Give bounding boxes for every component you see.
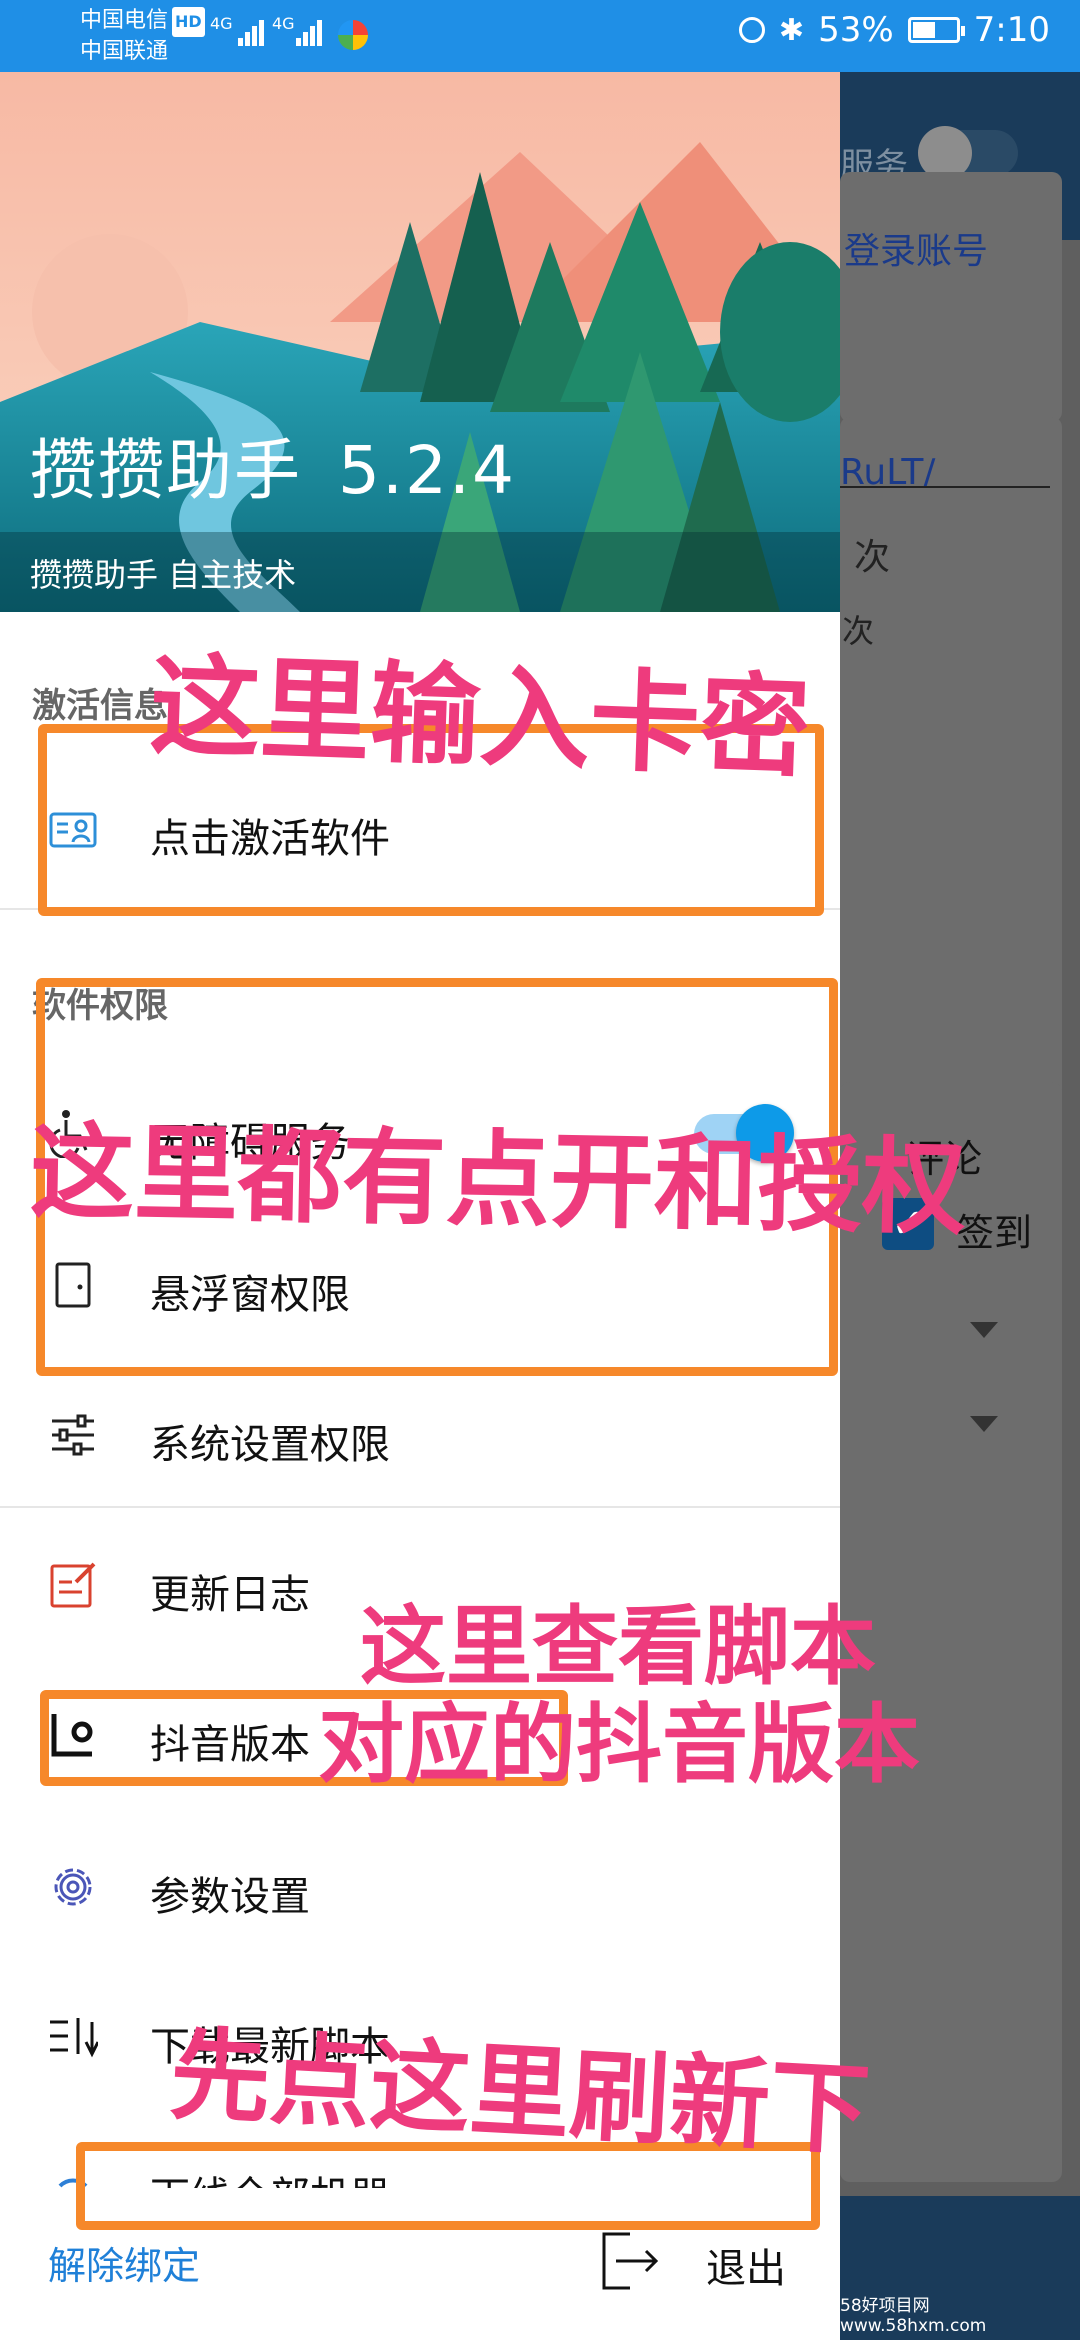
status-bar: 中国电信 HD 中国联通 4G 4G ✱ 53% 7:10 (0, 0, 1080, 72)
changelog-label: 更新日志 (150, 1572, 310, 1618)
dropdown-caret-icon[interactable] (970, 1416, 998, 1432)
input-underline (840, 486, 1050, 488)
count-label-2: 次 (842, 612, 875, 650)
clock: 7:10 (973, 10, 1050, 50)
app-subtitle: 攒攒助手 自主技术 (30, 556, 297, 594)
carrier-2: 中国联通 (80, 39, 169, 64)
system-settings-item[interactable]: 系统设置权限 (0, 1374, 840, 1494)
unbind-link[interactable]: 解除绑定 (48, 2235, 200, 2290)
edit-note-icon (50, 1562, 96, 1608)
sort-download-icon (50, 2018, 98, 2058)
section-activation-title: 激活信息 (32, 686, 168, 726)
annotation-version-1: 这里查看脚本 (360, 1597, 876, 1697)
network-type-2: 4G (272, 14, 295, 33)
bluetooth-icon: ✱ (778, 12, 805, 48)
carrier-info: 中国电信 HD 中国联通 (80, 6, 205, 67)
app-name: 攒攒助手 (30, 432, 302, 509)
count-label: 次 (854, 537, 891, 578)
divider (0, 1506, 840, 1508)
dropdown-caret-icon[interactable] (970, 1322, 998, 1338)
sliders-icon (52, 1414, 94, 1456)
annotation-card: 这里输入卡密 (147, 641, 813, 793)
battery-icon (907, 17, 965, 43)
status-right: ✱ 53% 7:10 (738, 10, 1050, 50)
background-footer: 58好项目网www.58hxm.com (840, 2196, 1080, 2340)
exit-label[interactable]: 退出 (706, 2236, 786, 2294)
params-settings-item[interactable]: 参数设置 (0, 1826, 840, 1946)
exit-icon[interactable] (600, 2230, 662, 2292)
annotation-permissions: 这里都有点开和授权 (29, 1110, 968, 1250)
drawer-header: 攒攒助手 5.2.4 攒攒助手 自主技术 (0, 72, 840, 612)
signal-icon-2 (296, 16, 328, 46)
login-card (840, 172, 1062, 422)
signin-label: 签到 (956, 1211, 1033, 1255)
signal-icon (238, 16, 270, 46)
gear-icon (54, 1868, 92, 1906)
system-settings-label: 系统设置权限 (150, 1422, 390, 1468)
alarm-icon (738, 17, 765, 43)
landscape-illustration (0, 72, 840, 612)
hd-badge: HD (172, 7, 205, 37)
service-toggle[interactable] (918, 126, 1018, 180)
watermark: 58好项目网www.58hxm.com (840, 2296, 987, 2336)
network-type-1: 4G (210, 14, 233, 33)
app-version: 5.2.4 (338, 432, 516, 509)
login-account-link[interactable]: 登录账号 (844, 222, 988, 274)
app-notification-icon (338, 20, 368, 50)
battery-percent: 53% (818, 10, 894, 50)
carrier-1: 中国电信 (80, 8, 169, 33)
annotation-version-2: 对应的抖音版本 (318, 1695, 920, 1795)
app-title: 攒攒助手 5.2.4 (30, 417, 516, 513)
params-settings-label: 参数设置 (150, 1874, 310, 1920)
